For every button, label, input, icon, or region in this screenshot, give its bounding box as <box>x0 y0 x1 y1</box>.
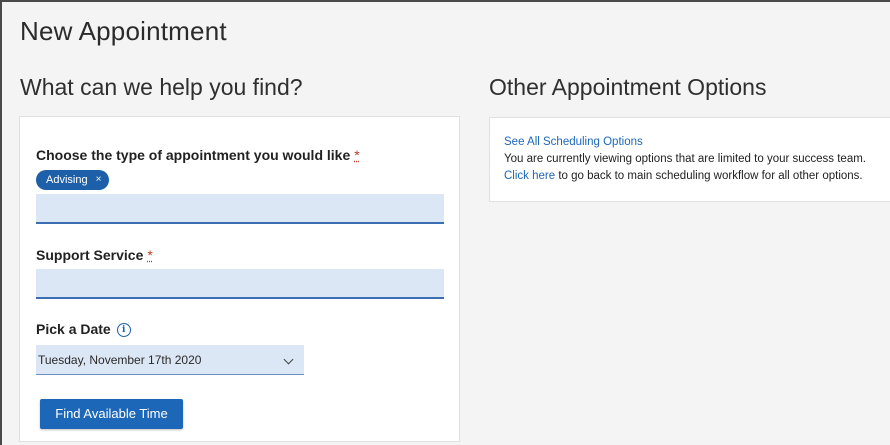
required-marker: * <box>354 147 360 163</box>
support-service-label: Support Service * <box>36 247 153 263</box>
find-section-heading: What can we help you find? <box>20 74 303 100</box>
advising-chip[interactable]: Advising × <box>36 170 110 190</box>
appointment-type-input[interactable] <box>36 194 444 224</box>
limited-options-text: You are currently viewing options that a… <box>504 153 867 165</box>
appointment-type-label: Choose the type of appointment you would… <box>36 147 360 163</box>
appointment-type-label-text: Choose the type of appointment you would… <box>36 147 351 163</box>
other-options-heading: Other Appointment Options <box>489 74 767 100</box>
support-service-input[interactable] <box>36 269 444 299</box>
pick-date-label-text: Pick a Date <box>36 321 111 337</box>
required-marker: * <box>147 247 153 263</box>
page-title: New Appointment <box>20 16 227 46</box>
app-window: New Appointment What can we help you fin… <box>0 0 890 445</box>
date-select[interactable]: Tuesday, November 17th 2020 <box>36 345 304 375</box>
support-service-label-text: Support Service <box>36 247 144 263</box>
other-options-card: See All Scheduling Options You are curre… <box>489 117 890 202</box>
info-circle-icon[interactable]: i <box>116 323 131 337</box>
click-here-link[interactable]: Click here <box>504 170 555 182</box>
date-select-value: Tuesday, November 17th 2020 <box>38 353 202 367</box>
chip-label: Advising <box>46 174 88 186</box>
pick-date-label: Pick a Date i <box>36 321 131 337</box>
find-available-time-button[interactable]: Find Available Time <box>40 399 183 429</box>
close-icon[interactable]: × <box>96 170 102 190</box>
appointment-form-card: Choose the type of appointment you would… <box>19 116 460 442</box>
click-here-line: Click here to go back to main scheduling… <box>504 168 890 185</box>
chevron-down-icon <box>283 354 294 365</box>
click-here-suffix: to go back to main scheduling workflow f… <box>555 170 863 182</box>
see-all-scheduling-options-link[interactable]: See All Scheduling Options <box>504 136 643 148</box>
